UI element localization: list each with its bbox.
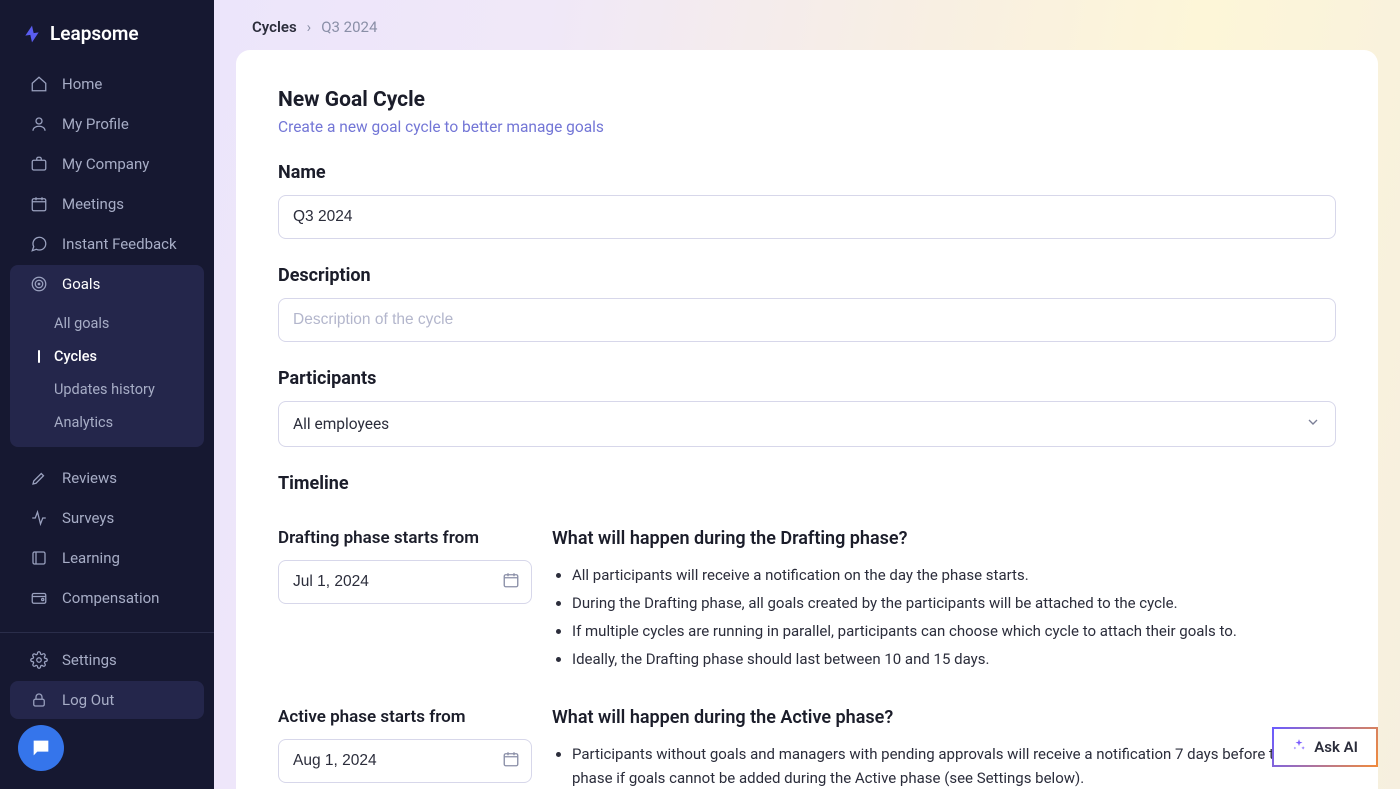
- nav-label: Home: [62, 75, 102, 93]
- goals-submenu: All goals Cycles Updates history Analyti…: [10, 303, 204, 447]
- activity-icon: [30, 509, 48, 527]
- primary-nav: Home My Profile My Company Meetings Inst…: [0, 63, 214, 626]
- calendar-icon[interactable]: [502, 750, 520, 772]
- participants-value: All employees: [293, 415, 389, 433]
- breadcrumb-current: Q3 2024: [321, 18, 377, 36]
- participants-select[interactable]: All employees: [278, 401, 1336, 447]
- list-item: All participants will receive a notifica…: [572, 563, 1336, 587]
- nav-label: Reviews: [62, 469, 117, 487]
- user-icon: [30, 115, 48, 133]
- sidebar-divider: [0, 632, 214, 633]
- nav-logout[interactable]: Log Out: [10, 681, 204, 719]
- nav-label: Compensation: [62, 589, 159, 607]
- list-item: Participants without goals and managers …: [572, 742, 1336, 789]
- briefcase-icon: [30, 155, 48, 173]
- nav-reviews[interactable]: Reviews: [10, 459, 204, 497]
- nav-settings[interactable]: Settings: [10, 641, 204, 679]
- nav-goals[interactable]: Goals: [10, 265, 204, 303]
- nav-label: Instant Feedback: [62, 235, 177, 253]
- calendar-icon: [30, 195, 48, 213]
- nav-my-profile[interactable]: My Profile: [10, 105, 204, 143]
- form-card: New Goal Cycle Create a new goal cycle t…: [236, 50, 1378, 789]
- nav-surveys[interactable]: Surveys: [10, 499, 204, 537]
- drafting-info-list: All participants will receive a notifica…: [552, 563, 1336, 671]
- page-title: New Goal Cycle: [278, 88, 1336, 112]
- description-label: Description: [278, 265, 1336, 286]
- intercom-chat-button[interactable]: [18, 725, 64, 771]
- nav-label: My Company: [62, 155, 149, 173]
- nav-instant-feedback[interactable]: Instant Feedback: [10, 225, 204, 263]
- nav-label: Goals: [62, 275, 100, 293]
- ask-ai-label: Ask AI: [1314, 738, 1358, 756]
- name-label: Name: [278, 162, 1336, 183]
- breadcrumb-cycles[interactable]: Cycles: [252, 18, 297, 36]
- participants-label: Participants: [278, 368, 1336, 389]
- leapsome-icon: [22, 24, 42, 44]
- home-icon: [30, 75, 48, 93]
- main-content: Cycles › Q3 2024 New Goal Cycle Create a…: [214, 0, 1400, 789]
- nav-label: My Profile: [62, 115, 129, 133]
- list-item: During the Drafting phase, all goals cre…: [572, 591, 1336, 615]
- nav-home[interactable]: Home: [10, 65, 204, 103]
- nav-label: Learning: [62, 549, 120, 567]
- chevron-right-icon: ›: [307, 18, 312, 36]
- active-phase-label: Active phase starts from: [278, 707, 532, 727]
- chat-icon: [30, 235, 48, 253]
- book-icon: [30, 549, 48, 567]
- nav-label: Surveys: [62, 509, 114, 527]
- drafting-date-input[interactable]: [278, 560, 532, 604]
- drafting-phase-label: Drafting phase starts from: [278, 528, 532, 548]
- list-item: Ideally, the Drafting phase should last …: [572, 647, 1336, 671]
- gear-icon: [30, 651, 48, 669]
- drafting-info-heading: What will happen during the Drafting pha…: [552, 528, 1336, 549]
- subnav-analytics[interactable]: Analytics: [10, 406, 204, 439]
- chevron-down-icon: [1305, 414, 1321, 434]
- sparkle-icon: [1292, 738, 1306, 756]
- brand-name: Leapsome: [50, 22, 139, 45]
- nav-learning[interactable]: Learning: [10, 539, 204, 577]
- sidebar: Leapsome Home My Profile My Company Meet…: [0, 0, 214, 789]
- nav-label: Settings: [62, 651, 117, 669]
- active-info-list: Participants without goals and managers …: [552, 742, 1336, 789]
- subnav-cycles[interactable]: Cycles: [10, 340, 204, 373]
- page-subtitle: Create a new goal cycle to better manage…: [278, 118, 1336, 136]
- active-date-input[interactable]: [278, 739, 532, 783]
- description-input[interactable]: [278, 298, 1336, 342]
- target-icon: [30, 275, 48, 293]
- nav-label: Meetings: [62, 195, 124, 213]
- name-input[interactable]: [278, 195, 1336, 239]
- wallet-icon: [30, 589, 48, 607]
- nav-label: Log Out: [62, 691, 114, 709]
- brand-logo[interactable]: Leapsome: [0, 0, 214, 63]
- breadcrumb: Cycles › Q3 2024: [214, 0, 1400, 50]
- subnav-all-goals[interactable]: All goals: [10, 307, 204, 340]
- nav-compensation[interactable]: Compensation: [10, 579, 204, 617]
- ask-ai-button[interactable]: Ask AI: [1272, 727, 1378, 767]
- timeline-label: Timeline: [278, 473, 1336, 494]
- pencil-icon: [30, 469, 48, 487]
- chat-bubble-icon: [30, 737, 52, 759]
- nav-my-company[interactable]: My Company: [10, 145, 204, 183]
- nav-meetings[interactable]: Meetings: [10, 185, 204, 223]
- list-item: If multiple cycles are running in parall…: [572, 619, 1336, 643]
- lock-icon: [30, 691, 48, 709]
- subnav-updates-history[interactable]: Updates history: [10, 373, 204, 406]
- active-info-heading: What will happen during the Active phase…: [552, 707, 1336, 728]
- calendar-icon[interactable]: [502, 571, 520, 593]
